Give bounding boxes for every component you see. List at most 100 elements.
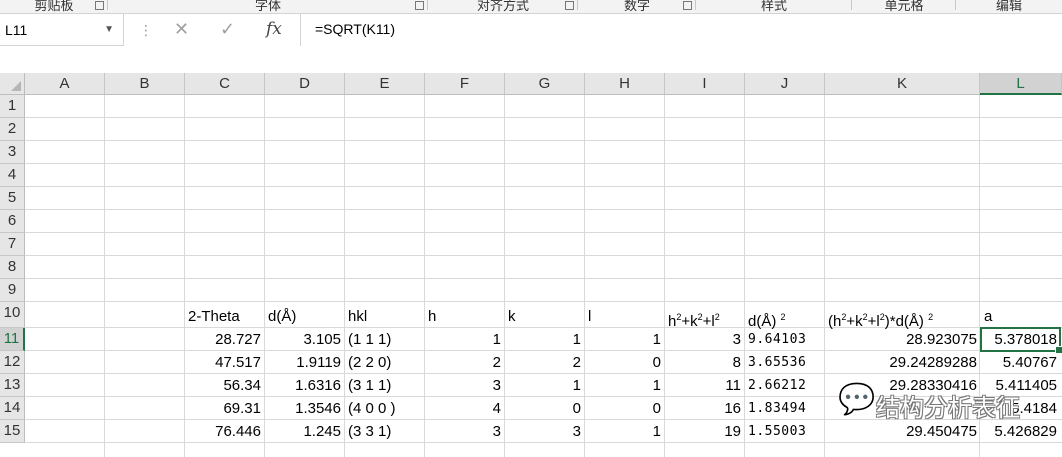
data-cell[interactable]: 1.83494 bbox=[748, 397, 806, 419]
data-cell[interactable]: 16 bbox=[665, 397, 741, 419]
data-cell[interactable]: 0 bbox=[585, 397, 661, 419]
data-cell[interactable]: 1 bbox=[425, 328, 501, 350]
data-cell[interactable]: 1 bbox=[505, 374, 581, 396]
data-cell[interactable]: (3 1 1) bbox=[348, 374, 391, 396]
row-header-13[interactable]: 13 bbox=[0, 374, 25, 397]
column-header-d[interactable]: D bbox=[265, 73, 345, 95]
data-cell[interactable]: 69.31 bbox=[185, 397, 261, 419]
data-cell[interactable]: (1 1 1) bbox=[348, 328, 391, 350]
data-cell[interactable]: 56.34 bbox=[185, 374, 261, 396]
ribbon-group-alignment: 对齐方式 bbox=[428, 0, 578, 13]
column-header-l[interactable]: L bbox=[980, 73, 1062, 95]
header-cell-j10[interactable]: d(Å) 2 bbox=[748, 305, 786, 330]
data-cell[interactable]: 1.55003 bbox=[748, 420, 806, 442]
column-header-c[interactable]: C bbox=[185, 73, 265, 95]
column-header-a[interactable]: A bbox=[25, 73, 105, 95]
active-cell-selection[interactable] bbox=[980, 327, 1062, 354]
drag-handle-icon[interactable]: ⋮ bbox=[139, 22, 153, 39]
data-cell[interactable]: 1.9119 bbox=[265, 351, 341, 373]
dialog-launcher-icon[interactable] bbox=[565, 1, 574, 10]
formula-text: =SQRT(K11) bbox=[315, 21, 396, 37]
insert-function-icon[interactable]: fx bbox=[266, 19, 282, 39]
data-cell[interactable]: 1.6316 bbox=[265, 374, 341, 396]
data-cell[interactable]: 19 bbox=[665, 420, 741, 442]
header-cell-i10[interactable]: h2+k2+l2 bbox=[668, 305, 720, 330]
data-cell[interactable]: 1 bbox=[585, 328, 661, 350]
data-cell[interactable]: (4 0 0 ) bbox=[348, 397, 396, 419]
header-cell-c10[interactable]: 2-Theta bbox=[188, 305, 240, 327]
data-cell[interactable]: 2 bbox=[505, 351, 581, 373]
data-cell[interactable]: 3.105 bbox=[265, 328, 341, 350]
row-header-10[interactable]: 10 bbox=[0, 302, 25, 328]
row-header-5[interactable]: 5 bbox=[0, 187, 25, 210]
enter-check-icon[interactable]: ✓ bbox=[220, 19, 235, 40]
column-header-j[interactable]: J bbox=[745, 73, 825, 95]
data-cell[interactable]: 0 bbox=[585, 351, 661, 373]
column-header-g[interactable]: G bbox=[505, 73, 585, 95]
data-cell[interactable]: 3 bbox=[425, 420, 501, 442]
row-header-1[interactable]: 1 bbox=[0, 95, 25, 118]
row-header-4[interactable]: 4 bbox=[0, 164, 25, 187]
name-box[interactable]: L11 ▼ bbox=[0, 14, 124, 46]
data-cell[interactable]: 3 bbox=[665, 328, 741, 350]
column-header-e[interactable]: E bbox=[345, 73, 425, 95]
data-cell[interactable]: (3 3 1) bbox=[348, 420, 391, 442]
cancel-icon[interactable]: ✕ bbox=[174, 19, 189, 40]
data-cell[interactable]: (2 2 0) bbox=[348, 351, 391, 373]
select-all-button[interactable] bbox=[0, 73, 25, 95]
data-cell[interactable]: 1.245 bbox=[265, 420, 341, 442]
data-cell[interactable]: 1 bbox=[505, 328, 581, 350]
header-cell-g10[interactable]: k bbox=[508, 305, 516, 327]
column-header-k[interactable]: K bbox=[825, 73, 980, 95]
data-cell[interactable]: 3 bbox=[505, 420, 581, 442]
row-header-9[interactable]: 9 bbox=[0, 279, 25, 302]
data-cell[interactable]: 47.517 bbox=[185, 351, 261, 373]
data-cell[interactable]: 5.426829 bbox=[980, 420, 1057, 442]
chevron-down-icon[interactable]: ▼ bbox=[104, 24, 114, 35]
row-header-14[interactable]: 14 bbox=[0, 397, 25, 420]
fill-handle[interactable] bbox=[1055, 346, 1062, 354]
data-cell[interactable]: 1 bbox=[585, 420, 661, 442]
formula-input[interactable]: =SQRT(K11) bbox=[300, 14, 1062, 46]
header-cell-f10[interactable]: h bbox=[428, 305, 436, 327]
column-header-b[interactable]: B bbox=[105, 73, 185, 95]
dialog-launcher-icon[interactable] bbox=[683, 1, 692, 10]
ribbon-group-label: 字体 bbox=[254, 0, 281, 13]
data-cell[interactable]: 1.3546 bbox=[265, 397, 341, 419]
data-cell[interactable]: 1 bbox=[585, 374, 661, 396]
dialog-launcher-icon[interactable] bbox=[415, 1, 424, 10]
row-header-2[interactable]: 2 bbox=[0, 118, 25, 141]
column-header-f[interactable]: F bbox=[425, 73, 505, 95]
row-header-8[interactable]: 8 bbox=[0, 256, 25, 279]
data-cell[interactable]: 29.450475 bbox=[825, 420, 977, 442]
row-header-6[interactable]: 6 bbox=[0, 210, 25, 233]
data-cell[interactable]: 11 bbox=[665, 374, 741, 396]
header-cell-k10[interactable]: (h2+k2+l2)*d(Å) 2 bbox=[828, 305, 933, 330]
dialog-launcher-icon[interactable] bbox=[95, 1, 104, 10]
row-header-11[interactable]: 11 bbox=[0, 328, 25, 351]
data-cell[interactable]: 0 bbox=[505, 397, 581, 419]
data-cell[interactable]: 5.40767 bbox=[980, 351, 1057, 373]
header-cell-e10[interactable]: hkl bbox=[348, 305, 367, 327]
data-cell[interactable]: 8 bbox=[665, 351, 741, 373]
row-header-7[interactable]: 7 bbox=[0, 233, 25, 256]
data-cell[interactable]: 3.65536 bbox=[748, 351, 806, 373]
header-cell-l10[interactable]: a bbox=[984, 305, 992, 327]
data-cell[interactable]: 2.66212 bbox=[748, 374, 806, 396]
column-header-i[interactable]: I bbox=[665, 73, 745, 95]
ribbon-group-styles: 样式 bbox=[696, 0, 852, 13]
data-cell[interactable]: 76.446 bbox=[185, 420, 261, 442]
row-header-12[interactable]: 12 bbox=[0, 351, 25, 374]
data-cell[interactable]: 4 bbox=[425, 397, 501, 419]
data-cell[interactable]: 28.727 bbox=[185, 328, 261, 350]
data-cell[interactable]: 29.24289288 bbox=[825, 351, 977, 373]
data-cell[interactable]: 9.64103 bbox=[748, 328, 806, 350]
data-cell[interactable]: 28.923075 bbox=[825, 328, 977, 350]
column-header-h[interactable]: H bbox=[585, 73, 665, 95]
data-cell[interactable]: 2 bbox=[425, 351, 501, 373]
row-header-3[interactable]: 3 bbox=[0, 141, 25, 164]
header-cell-h10[interactable]: l bbox=[588, 305, 591, 327]
header-cell-d10[interactable]: d(Å) bbox=[268, 305, 296, 327]
row-header-15[interactable]: 15 bbox=[0, 420, 25, 443]
data-cell[interactable]: 3 bbox=[425, 374, 501, 396]
